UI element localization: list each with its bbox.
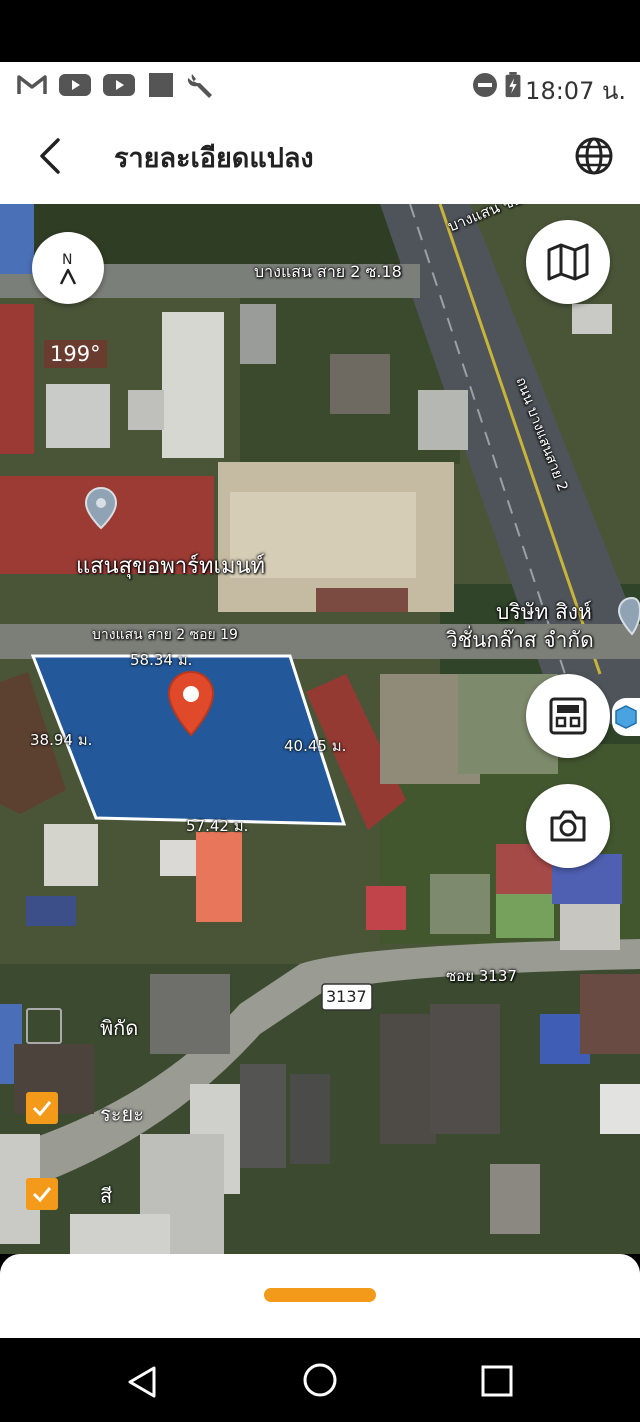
checkmark-icon xyxy=(32,1187,52,1203)
road-label-soi3137: ซอย 3137 xyxy=(446,967,517,985)
battery-charging-icon xyxy=(505,72,521,98)
satellite-map[interactable]: บางแสน สาย 2 ซ.18 บางแสน ซอย ถนน บางแสนส… xyxy=(0,204,640,1254)
plot-bottom-length: 57.42 ม. xyxy=(186,817,249,835)
compass-button[interactable]: N xyxy=(32,232,104,304)
status-bar: 18:07 น. xyxy=(0,62,640,108)
circle-home-icon[interactable] xyxy=(302,1362,338,1398)
camera-button[interactable] xyxy=(526,784,610,868)
compass-letter: N xyxy=(62,252,72,268)
square-recents-icon[interactable] xyxy=(480,1364,514,1398)
calculator-icon xyxy=(549,697,587,735)
map-icon xyxy=(547,243,589,281)
app-header: รายละเอียดแปลง xyxy=(0,108,640,204)
system-nav-bar xyxy=(0,1338,640,1422)
side-panel-tab[interactable] xyxy=(612,698,640,736)
wrench-icon xyxy=(187,74,212,98)
bottom-sheet-handle[interactable] xyxy=(264,1288,376,1302)
road-label-soi19: บางแสน สาย 2 ซอย 19 xyxy=(92,627,238,643)
youtube-icon xyxy=(103,74,135,96)
compass-north-icon: N xyxy=(59,252,77,285)
page-title: รายละเอียดแปลง xyxy=(114,143,314,174)
place-label-company-line2[interactable]: วิชั่นกล๊าส จำกัด xyxy=(446,624,594,657)
road-label-soi18: บางแสน สาย 2 ซ.18 xyxy=(254,262,402,281)
calculator-button[interactable] xyxy=(526,674,610,758)
checkmark-icon xyxy=(32,1101,52,1117)
top-black-bar xyxy=(0,0,640,62)
legend-distance-label: ระยะ xyxy=(100,1102,144,1126)
plot-location-pin-icon[interactable] xyxy=(166,670,216,738)
legend-color-checkbox[interactable] xyxy=(26,1178,58,1210)
legend-color-label: สี xyxy=(100,1184,113,1208)
gmail-icon xyxy=(17,75,47,94)
square-app-icon xyxy=(149,73,173,97)
plot-top-length: 58.34 ม. xyxy=(130,651,193,669)
legend-distance-checkbox[interactable] xyxy=(26,1092,58,1124)
globe-icon[interactable] xyxy=(570,132,618,180)
bottom-sheet[interactable] xyxy=(0,1254,640,1338)
map-layers-button[interactable] xyxy=(526,220,610,304)
route-badge: 3137 xyxy=(326,987,367,1006)
youtube-icon xyxy=(59,74,91,96)
back-button[interactable] xyxy=(30,134,74,178)
triangle-back-icon[interactable] xyxy=(124,1364,160,1400)
plot-right-length: 40.45 ม. xyxy=(284,737,347,755)
plot-left-length: 38.94 ม. xyxy=(30,731,93,749)
camera-icon xyxy=(550,810,586,842)
cube-icon xyxy=(615,705,637,729)
do-not-disturb-icon xyxy=(473,73,497,97)
legend-coordinates-label: พิกัด xyxy=(100,1016,139,1040)
legend-coordinates-checkbox[interactable] xyxy=(26,1008,62,1044)
status-time: 18:07 น. xyxy=(525,77,626,105)
place-label-apartment[interactable]: แสนสุขอพาร์ทเมนท์ xyxy=(76,548,265,583)
place-pin-icon[interactable] xyxy=(618,596,640,636)
place-pin-icon[interactable] xyxy=(84,486,118,530)
compass-heading: 199° xyxy=(44,340,107,368)
